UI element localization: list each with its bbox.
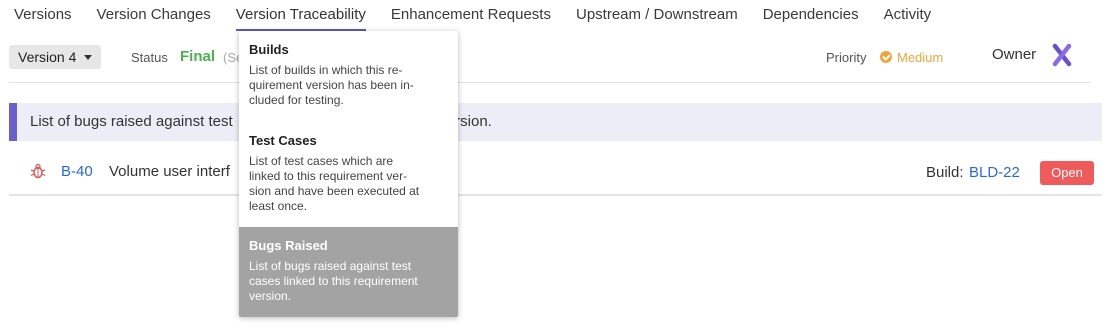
- info-banner: List of bugs raised against testnt versi…: [9, 103, 1102, 141]
- desc-line: List of bugs raised against test: [249, 259, 412, 273]
- version-select-label: Version 4: [18, 49, 77, 65]
- tab-version-traceability[interactable]: Version Traceability: [235, 0, 366, 31]
- menu-item-desc: List of builds in which this re- quireme…: [249, 63, 448, 108]
- tab-enhancement-requests[interactable]: Enhancement Requests: [391, 0, 551, 31]
- build-label: Build:: [926, 164, 964, 181]
- tab-version-changes[interactable]: Version Changes: [97, 0, 211, 31]
- table-row[interactable]: B-40 Volume user interf Build: BLD-22 Op…: [9, 154, 1102, 196]
- status-label: Status: [131, 50, 168, 65]
- menu-item-builds[interactable]: Builds List of builds in which this re- …: [239, 42, 458, 120]
- owner-label: Owner: [992, 46, 1037, 63]
- menu-item-desc: List of test cases which are linked to t…: [249, 154, 448, 214]
- tab-dependencies[interactable]: Dependencies: [763, 0, 859, 31]
- menu-item-title: Test Cases: [249, 133, 317, 148]
- x-avatar-icon[interactable]: [1050, 43, 1074, 67]
- status-value: Final: [180, 48, 216, 65]
- version-select[interactable]: Version 4: [9, 45, 102, 69]
- bug-id-link[interactable]: B-40: [61, 163, 93, 180]
- desc-line: least once.: [249, 199, 308, 213]
- build-link[interactable]: BLD-22: [969, 164, 1020, 181]
- desc-line: linked to this requirement ver-: [249, 169, 408, 183]
- menu-item-desc: List of bugs raised against test cases l…: [249, 259, 448, 304]
- desc-line: quirement version has been in-: [249, 78, 414, 92]
- menu-item-title: Bugs Raised: [249, 238, 328, 253]
- tab-versions[interactable]: Versions: [14, 0, 72, 31]
- desc-line: version.: [249, 289, 292, 303]
- menu-item-bugs-raised[interactable]: Bugs Raised List of bugs raised against …: [239, 227, 458, 317]
- desc-line: cases linked to this requirement: [249, 274, 418, 288]
- toolbar-divider: [9, 82, 1090, 83]
- priority-label: Priority: [826, 50, 867, 65]
- desc-line: cluded for testing.: [249, 93, 344, 107]
- tab-bar: Versions Version Changes Version Traceab…: [0, 0, 1111, 31]
- menu-item-test-cases[interactable]: Test Cases List of test cases which are …: [239, 133, 458, 223]
- tab-upstream-downstream[interactable]: Upstream / Downstream: [576, 0, 738, 31]
- priority-medium-icon: [880, 51, 892, 63]
- desc-line: sion and have been executed at: [249, 184, 420, 198]
- bug-title: Volume user interf: [109, 163, 230, 180]
- traceability-dropdown: Builds List of builds in which this re- …: [239, 31, 458, 317]
- menu-item-title: Builds: [249, 42, 289, 57]
- tab-activity[interactable]: Activity: [884, 0, 932, 31]
- banner-text-start: List of bugs raised against test: [30, 113, 233, 130]
- chevron-down-icon: [84, 54, 93, 60]
- bug-icon: [30, 163, 46, 179]
- priority-value[interactable]: Medium: [897, 50, 943, 65]
- desc-line: List of builds in which this re-: [249, 63, 403, 77]
- status-badge: Open: [1040, 161, 1094, 185]
- desc-line: List of test cases which are: [249, 154, 394, 168]
